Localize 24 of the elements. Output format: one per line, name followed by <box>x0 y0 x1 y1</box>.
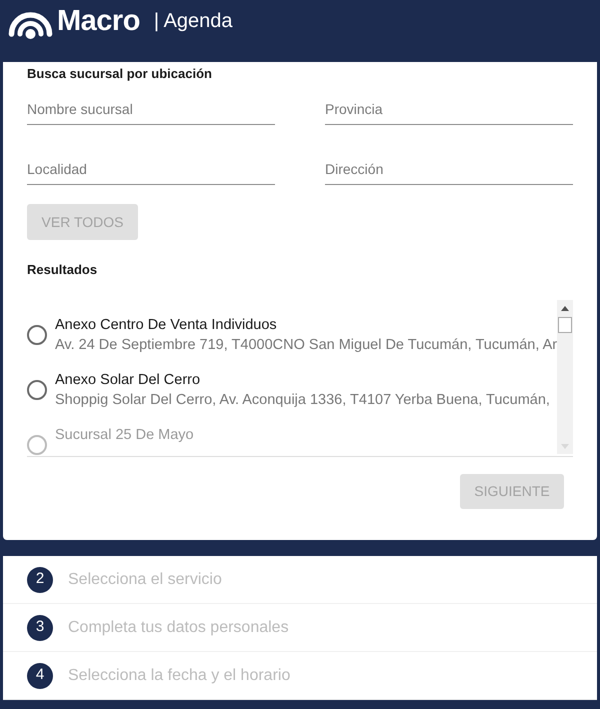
scroll-up-icon[interactable] <box>561 306 569 311</box>
step-number: 3 <box>27 614 53 640</box>
search-title: Busca sucursal por ubicación <box>27 65 213 83</box>
radio-button[interactable] <box>27 380 47 400</box>
radio-button[interactable] <box>27 325 47 345</box>
scrollbar-thumb[interactable] <box>558 317 572 333</box>
branch-name: Anexo Solar Del Cerro <box>55 371 202 390</box>
text-field[interactable]: Dirección <box>325 157 573 185</box>
section-title: | Agenda <box>154 9 233 34</box>
scrollbar[interactable] <box>557 300 573 454</box>
text-field[interactable]: Localidad <box>27 157 275 185</box>
branch-name: Anexo Centro De Venta Individuos <box>55 316 278 335</box>
scroll-down-icon[interactable] <box>561 444 569 449</box>
results-title: Resultados <box>27 261 98 279</box>
radio-button[interactable] <box>27 435 47 455</box>
brand-name: Macro <box>57 4 140 39</box>
logo-icon <box>8 10 53 39</box>
text-field[interactable]: Nombre sucursal <box>27 97 275 125</box>
step-number: 2 <box>27 566 53 592</box>
branch-address: Shoppig Solar Del Cerro, Av. Aconquija 1336, T4107 Yerba Buena, Tucumán, <box>55 391 550 410</box>
text-field[interactable]: Provincia <box>325 97 573 125</box>
branch-address: Av. 24 De Septiembre 719, T4000CNO San Miguel De Tucumán, Tucumán, Ar <box>55 336 557 355</box>
step-number: 4 <box>27 662 53 688</box>
branch-name: Sucursal 25 De Mayo <box>55 426 194 445</box>
